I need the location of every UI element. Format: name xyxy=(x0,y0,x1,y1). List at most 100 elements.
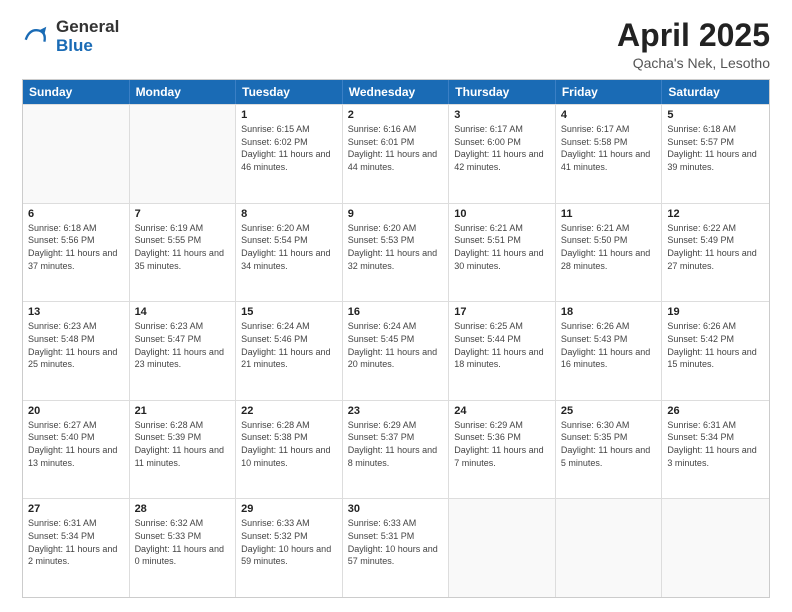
calendar-day-cell: 28 Sunrise: 6:32 AM Sunset: 5:33 PM Dayli… xyxy=(130,499,237,597)
calendar-day-cell xyxy=(23,105,130,203)
day-number: 21 xyxy=(135,405,231,417)
day-number: 23 xyxy=(348,405,444,417)
calendar-day-cell: 22Sunrise: 6:28 AM Sunset: 5:38 PM Dayli… xyxy=(236,401,343,499)
day-info: Sunrise: 6:32 AM Sunset: 5:33 PM Dayligh… xyxy=(135,517,231,567)
calendar-day-cell: 4 Sunrise: 6:17 AM Sunset: 5:58 PM Daylig… xyxy=(556,105,663,203)
day-info: Sunrise: 6:18 AM Sunset: 5:56 PM Dayligh… xyxy=(28,222,124,272)
day-info: Sunrise: 6:21 AM Sunset: 5:50 PM Dayligh… xyxy=(561,222,657,272)
day-info: Sunrise: 6:29 AM Sunset: 5:37 PM Dayligh… xyxy=(348,419,444,469)
calendar-header-cell: Thursday xyxy=(449,80,556,104)
title-block: April 2025 Qacha's Nek, Lesotho xyxy=(617,18,770,71)
calendar-day-cell: 20 Sunrise: 6:27 AM Sunset: 5:40 PM Dayli… xyxy=(23,401,130,499)
calendar-day-cell: 17Sunrise: 6:25 AM Sunset: 5:44 PM Dayli… xyxy=(449,302,556,400)
day-number: 6 xyxy=(28,208,124,220)
day-number: 25 xyxy=(561,405,657,417)
day-number: 15 xyxy=(241,306,337,318)
calendar-body: 1Sunrise: 6:15 AM Sunset: 6:02 PM Daylig… xyxy=(23,104,769,597)
calendar-day-cell: 11 Sunrise: 6:21 AM Sunset: 5:50 PM Dayli… xyxy=(556,204,663,302)
day-number: 8 xyxy=(241,208,337,220)
calendar-header-cell: Saturday xyxy=(662,80,769,104)
day-number: 4 xyxy=(561,109,657,121)
calendar-day-cell: 5 Sunrise: 6:18 AM Sunset: 5:57 PM Daylig… xyxy=(662,105,769,203)
page: General Blue April 2025 Qacha's Nek, Les… xyxy=(0,0,792,612)
calendar-day-cell: 1Sunrise: 6:15 AM Sunset: 6:02 PM Daylig… xyxy=(236,105,343,203)
day-info: Sunrise: 6:16 AM Sunset: 6:01 PM Dayligh… xyxy=(348,123,444,173)
calendar-day-cell: 21 Sunrise: 6:28 AM Sunset: 5:39 PM Dayli… xyxy=(130,401,237,499)
day-number: 17 xyxy=(454,306,550,318)
day-number: 14 xyxy=(135,306,231,318)
calendar-header-cell: Monday xyxy=(130,80,237,104)
calendar-day-cell: 30Sunrise: 6:33 AM Sunset: 5:31 PM Dayli… xyxy=(343,499,450,597)
calendar-week-row: 6 Sunrise: 6:18 AM Sunset: 5:56 PM Daylig… xyxy=(23,203,769,302)
calendar-day-cell: 3 Sunrise: 6:17 AM Sunset: 6:00 PM Daylig… xyxy=(449,105,556,203)
calendar-header-cell: Wednesday xyxy=(343,80,450,104)
calendar-week-row: 27 Sunrise: 6:31 AM Sunset: 5:34 PM Dayli… xyxy=(23,498,769,597)
calendar-title: April 2025 xyxy=(617,18,770,53)
day-info: Sunrise: 6:17 AM Sunset: 5:58 PM Dayligh… xyxy=(561,123,657,173)
calendar-day-cell: 26Sunrise: 6:31 AM Sunset: 5:34 PM Dayli… xyxy=(662,401,769,499)
calendar-day-cell xyxy=(449,499,556,597)
day-number: 11 xyxy=(561,208,657,220)
day-number: 28 xyxy=(135,503,231,515)
calendar-header-row: SundayMondayTuesdayWednesdayThursdayFrid… xyxy=(23,80,769,104)
day-info: Sunrise: 6:30 AM Sunset: 5:35 PM Dayligh… xyxy=(561,419,657,469)
calendar: SundayMondayTuesdayWednesdayThursdayFrid… xyxy=(22,79,770,598)
calendar-day-cell: 6 Sunrise: 6:18 AM Sunset: 5:56 PM Daylig… xyxy=(23,204,130,302)
day-info: Sunrise: 6:26 AM Sunset: 5:43 PM Dayligh… xyxy=(561,320,657,370)
day-info: Sunrise: 6:20 AM Sunset: 5:53 PM Dayligh… xyxy=(348,222,444,272)
day-info: Sunrise: 6:19 AM Sunset: 5:55 PM Dayligh… xyxy=(135,222,231,272)
day-info: Sunrise: 6:33 AM Sunset: 5:32 PM Dayligh… xyxy=(241,517,337,567)
day-info: Sunrise: 6:22 AM Sunset: 5:49 PM Dayligh… xyxy=(667,222,764,272)
day-number: 5 xyxy=(667,109,764,121)
calendar-day-cell: 24Sunrise: 6:29 AM Sunset: 5:36 PM Dayli… xyxy=(449,401,556,499)
day-info: Sunrise: 6:26 AM Sunset: 5:42 PM Dayligh… xyxy=(667,320,764,370)
calendar-day-cell: 29Sunrise: 6:33 AM Sunset: 5:32 PM Dayli… xyxy=(236,499,343,597)
calendar-day-cell: 7Sunrise: 6:19 AM Sunset: 5:55 PM Daylig… xyxy=(130,204,237,302)
day-info: Sunrise: 6:31 AM Sunset: 5:34 PM Dayligh… xyxy=(28,517,124,567)
calendar-header-cell: Sunday xyxy=(23,80,130,104)
calendar-week-row: 13Sunrise: 6:23 AM Sunset: 5:48 PM Dayli… xyxy=(23,301,769,400)
day-info: Sunrise: 6:15 AM Sunset: 6:02 PM Dayligh… xyxy=(241,123,337,173)
day-number: 18 xyxy=(561,306,657,318)
calendar-week-row: 20 Sunrise: 6:27 AM Sunset: 5:40 PM Dayli… xyxy=(23,400,769,499)
logo-text: General Blue xyxy=(56,18,119,55)
day-info: Sunrise: 6:20 AM Sunset: 5:54 PM Dayligh… xyxy=(241,222,337,272)
calendar-day-cell: 9 Sunrise: 6:20 AM Sunset: 5:53 PM Daylig… xyxy=(343,204,450,302)
calendar-day-cell: 2 Sunrise: 6:16 AM Sunset: 6:01 PM Daylig… xyxy=(343,105,450,203)
calendar-day-cell: 27 Sunrise: 6:31 AM Sunset: 5:34 PM Dayli… xyxy=(23,499,130,597)
calendar-day-cell: 16Sunrise: 6:24 AM Sunset: 5:45 PM Dayli… xyxy=(343,302,450,400)
day-number: 26 xyxy=(667,405,764,417)
logo: General Blue xyxy=(22,18,119,55)
day-info: Sunrise: 6:21 AM Sunset: 5:51 PM Dayligh… xyxy=(454,222,550,272)
calendar-day-cell: 19Sunrise: 6:26 AM Sunset: 5:42 PM Dayli… xyxy=(662,302,769,400)
day-number: 22 xyxy=(241,405,337,417)
calendar-day-cell: 15Sunrise: 6:24 AM Sunset: 5:46 PM Dayli… xyxy=(236,302,343,400)
day-number: 12 xyxy=(667,208,764,220)
day-info: Sunrise: 6:28 AM Sunset: 5:39 PM Dayligh… xyxy=(135,419,231,469)
calendar-header-cell: Friday xyxy=(556,80,663,104)
calendar-day-cell: 25 Sunrise: 6:30 AM Sunset: 5:35 PM Dayli… xyxy=(556,401,663,499)
day-number: 13 xyxy=(28,306,124,318)
day-number: 2 xyxy=(348,109,444,121)
day-info: Sunrise: 6:27 AM Sunset: 5:40 PM Dayligh… xyxy=(28,419,124,469)
day-number: 9 xyxy=(348,208,444,220)
day-number: 10 xyxy=(454,208,550,220)
day-number: 27 xyxy=(28,503,124,515)
calendar-day-cell xyxy=(662,499,769,597)
header: General Blue April 2025 Qacha's Nek, Les… xyxy=(22,18,770,71)
day-number: 16 xyxy=(348,306,444,318)
calendar-day-cell: 10 Sunrise: 6:21 AM Sunset: 5:51 PM Dayli… xyxy=(449,204,556,302)
calendar-day-cell xyxy=(130,105,237,203)
day-info: Sunrise: 6:17 AM Sunset: 6:00 PM Dayligh… xyxy=(454,123,550,173)
calendar-day-cell: 23 Sunrise: 6:29 AM Sunset: 5:37 PM Dayli… xyxy=(343,401,450,499)
day-info: Sunrise: 6:29 AM Sunset: 5:36 PM Dayligh… xyxy=(454,419,550,469)
calendar-header-cell: Tuesday xyxy=(236,80,343,104)
logo-icon xyxy=(22,23,50,51)
calendar-day-cell xyxy=(556,499,663,597)
day-number: 20 xyxy=(28,405,124,417)
day-number: 3 xyxy=(454,109,550,121)
calendar-day-cell: 13Sunrise: 6:23 AM Sunset: 5:48 PM Dayli… xyxy=(23,302,130,400)
calendar-subtitle: Qacha's Nek, Lesotho xyxy=(617,55,770,71)
day-info: Sunrise: 6:18 AM Sunset: 5:57 PM Dayligh… xyxy=(667,123,764,173)
day-number: 30 xyxy=(348,503,444,515)
